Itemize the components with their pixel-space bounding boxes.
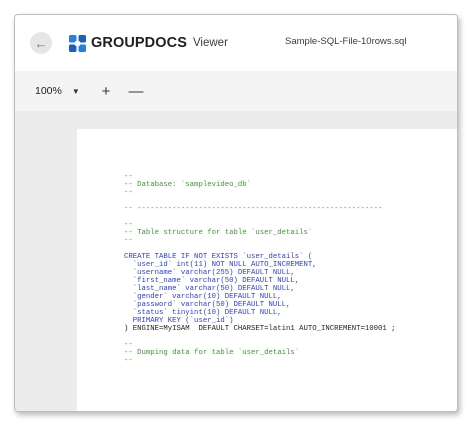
code-line: -- Table structure for table `user_detai… (124, 229, 313, 237)
zoom-in-button[interactable]: + (97, 82, 115, 100)
code-line: -- -------------------------------------… (124, 205, 383, 213)
code-line: `password` varchar(50) DEFAULT NULL, (124, 301, 291, 309)
code-line: -- (124, 357, 133, 365)
document-page: -- -- Database: `samplevideo_db` -- -- ----… (77, 129, 457, 411)
app-header: ← GROUPDOCS Viewer Sample-SQL-File-10row… (15, 15, 457, 72)
code-line: `status` tinyint(10) DEFAULT NULL, (124, 309, 282, 317)
document-viewport[interactable]: -- -- Database: `samplevideo_db` -- -- ----… (15, 111, 457, 411)
code-line: -- (124, 221, 133, 229)
zoom-value: 100% (35, 85, 62, 97)
product-name: Viewer (192, 37, 228, 49)
zoom-out-button[interactable]: — (127, 82, 145, 100)
code-line: -- (124, 237, 133, 245)
code-line: PRIMARY KEY (`user_id`) (124, 317, 234, 325)
code-line: CREATE TABLE IF NOT EXISTS `user_details… (124, 253, 313, 261)
zoom-select[interactable]: 100% ▼ (35, 82, 80, 100)
code-line: -- Dumping data for table `user_details` (124, 349, 300, 357)
code-line: `username` varchar(255) DEFAULT NULL, (124, 269, 295, 277)
groupdocs-logo-icon (69, 34, 86, 52)
code-line: `user_id` int(11) NOT NULL AUTO_INCREMEN… (124, 261, 317, 269)
code-line: ) ENGINE=MyISAM DEFAULT CHARSET=latin1 A… (124, 325, 396, 333)
chevron-down-icon: ▼ (71, 86, 80, 96)
code-line: -- (124, 341, 133, 349)
toolbar: 100% ▼ + — (15, 71, 457, 111)
arrow-left-icon: ← (34, 35, 48, 51)
code-line: -- Database: `samplevideo_db` (124, 181, 251, 189)
code-line: `last_name` varchar(50) DEFAULT NULL, (124, 285, 295, 293)
back-button[interactable]: ← (30, 32, 52, 54)
code-line: `gender` varchar(10) DEFAULT NULL, (124, 293, 282, 301)
code-line: `first_name` varchar(50) DEFAULT NULL, (124, 277, 300, 285)
viewer-window: ← GROUPDOCS Viewer Sample-SQL-File-10row… (14, 14, 458, 412)
sql-code: -- -- Database: `samplevideo_db` -- -- ----… (124, 173, 396, 365)
code-line: -- (124, 189, 133, 197)
brand-name: GROUPDOCS (91, 35, 187, 51)
file-name: Sample-SQL-File-10rows.sql (285, 36, 407, 47)
groupdocs-logo: GROUPDOCS Viewer (69, 33, 228, 53)
code-line: -- (124, 173, 133, 181)
